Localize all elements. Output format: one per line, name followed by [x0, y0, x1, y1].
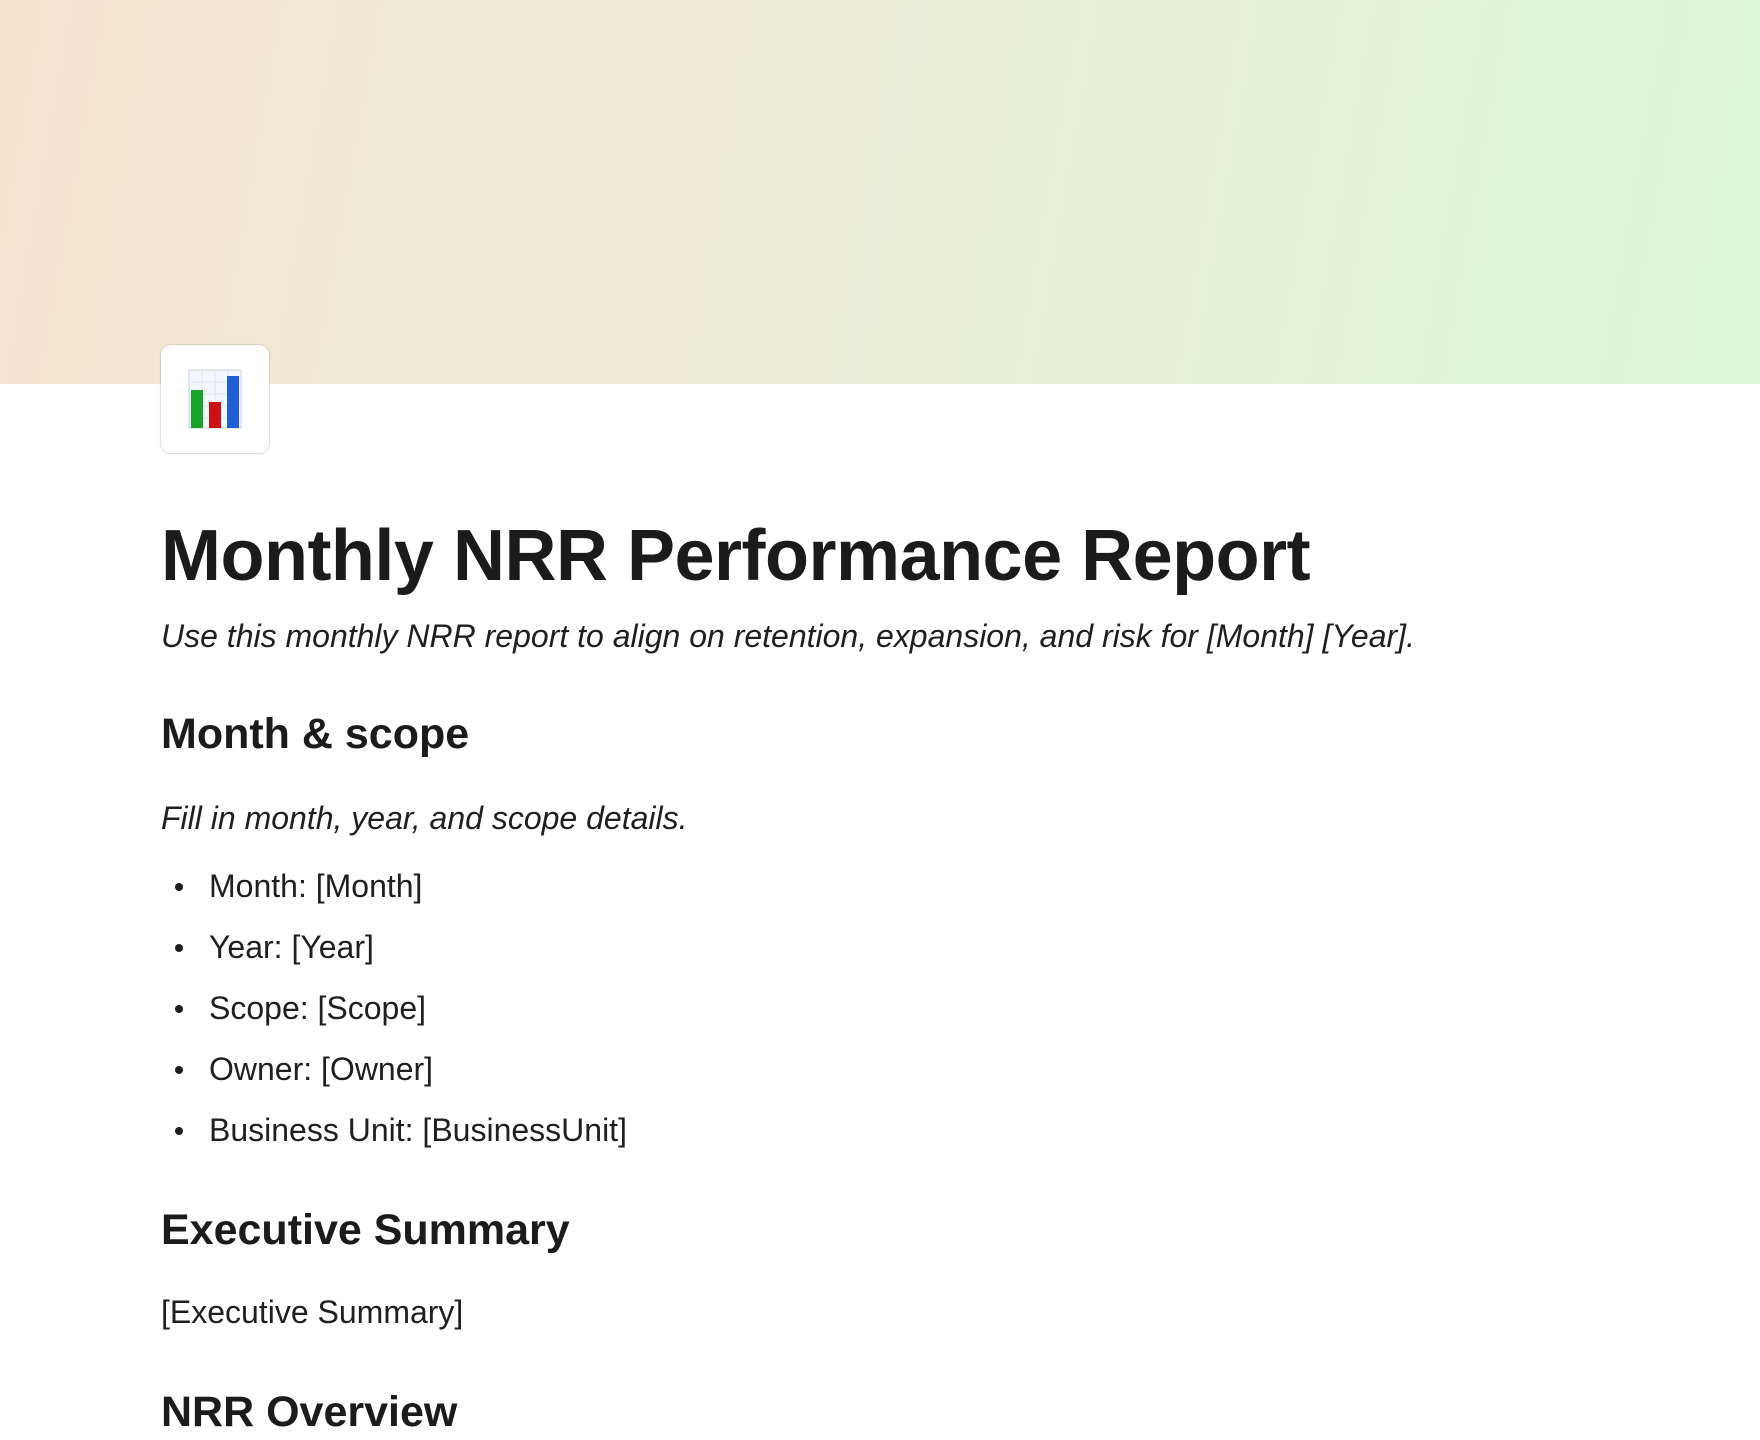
section-description-month-scope[interactable]: Fill in month, year, and scope details.	[161, 796, 1601, 840]
list-item-text: Owner: [Owner]	[209, 1051, 434, 1087]
list-item-scope[interactable]: Scope: [Scope]	[161, 986, 1601, 1030]
list-item-text: Year: [Year]	[209, 929, 374, 965]
bullet-dot	[175, 1127, 183, 1135]
list-item-year[interactable]: Year: [Year]	[161, 925, 1601, 969]
executive-summary-text[interactable]: [Executive Summary]	[161, 1290, 1601, 1334]
page-subtitle[interactable]: Use this monthly NRR report to align on …	[161, 614, 1601, 658]
page-icon-button[interactable]	[161, 345, 269, 453]
document-body: Monthly NRR Performance Report Use this …	[161, 500, 1601, 1440]
list-item-text: Scope: [Scope]	[209, 990, 427, 1026]
list-item-owner[interactable]: Owner: [Owner]	[161, 1047, 1601, 1091]
bullet-dot	[175, 1066, 183, 1074]
list-item-month[interactable]: Month: [Month]	[161, 864, 1601, 908]
page-title[interactable]: Monthly NRR Performance Report	[161, 500, 1601, 612]
list-item-business-unit[interactable]: Business Unit: [BusinessUnit]	[161, 1108, 1601, 1152]
scope-bullet-list: Month: [Month] Year: [Year] Scope: [Scop…	[161, 864, 1601, 1152]
bullet-dot	[175, 883, 183, 891]
section-heading-executive-summary[interactable]: Executive Summary	[161, 1200, 1601, 1260]
bullet-dot	[175, 944, 183, 952]
list-item-text: Month: [Month]	[209, 868, 423, 904]
cover-banner[interactable]	[0, 0, 1760, 384]
bar-chart-icon	[188, 369, 242, 429]
section-heading-nrr-overview[interactable]: NRR Overview	[161, 1382, 1601, 1440]
document-page: Monthly NRR Performance Report Use this …	[0, 0, 1760, 1440]
list-item-text: Business Unit: [BusinessUnit]	[209, 1112, 627, 1148]
bullet-dot	[175, 1005, 183, 1013]
section-heading-month-scope[interactable]: Month & scope	[161, 704, 1601, 764]
